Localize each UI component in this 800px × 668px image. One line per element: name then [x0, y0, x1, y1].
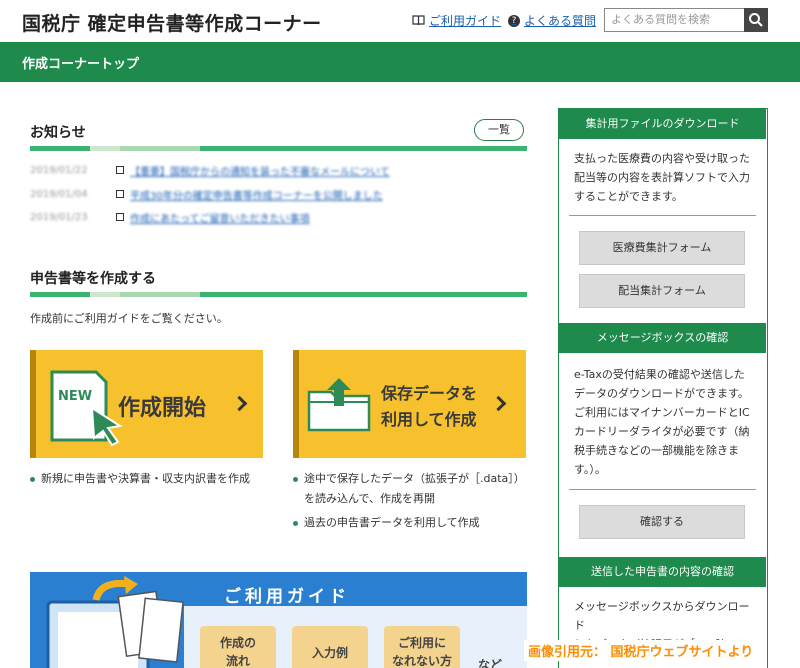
create-divider [30, 292, 527, 297]
guide-illustration [46, 576, 184, 668]
image-credit: 画像引用元： 国税庁ウェブサイトより [524, 640, 758, 661]
medical-form-button[interactable]: 医療費集計フォーム [579, 231, 745, 265]
window-icon [116, 213, 124, 221]
chevron-right-icon [231, 395, 248, 412]
guide-flow-button[interactable]: 作成の 流れ [200, 626, 276, 668]
chevron-right-icon [490, 395, 507, 412]
saved-data-line1: 保存データを [381, 384, 478, 403]
news-link[interactable]: 作成にあたってご留意いただきたい事項 [130, 210, 310, 225]
news-item[interactable]: 2019/01/23 作成にあたってご留意いただきたい事項 [30, 209, 310, 225]
sent-title: 送信した申告書の内容の確認 [559, 557, 766, 587]
guide-link[interactable]: ご利用ガイド [412, 12, 501, 29]
news-divider [30, 146, 527, 151]
guide-more-text: など [478, 658, 503, 668]
download-title: 集計用ファイルのダウンロード [559, 109, 766, 139]
create-title: 申告書等を作成する [30, 271, 156, 287]
list-item: 過去の申告書データを利用して作成 [293, 514, 480, 532]
folder-upload-icon [307, 378, 371, 432]
page-title: 作成コーナートップ [22, 57, 140, 72]
download-desc: 支払った医療費の内容や受け取った 配当等の内容を表計算ソフトで入力 することがで… [574, 152, 750, 203]
news-date: 2019/01/22 [30, 164, 88, 176]
messagebox-title: メッセージボックスの確認 [559, 323, 766, 353]
sidebar: 集計用ファイルのダウンロード 支払った医療費の内容や受け取った 配当等の内容を表… [558, 108, 768, 668]
guide-link-label[interactable]: ご利用ガイド [429, 12, 501, 29]
search-button[interactable] [744, 8, 768, 32]
news-date: 2019/01/23 [30, 211, 88, 223]
search-input[interactable]: よくある質問を検索 [604, 8, 744, 32]
confirm-button[interactable]: 確認する [579, 505, 745, 539]
saved-data-button[interactable]: 保存データを 利用して作成 [293, 350, 526, 458]
svg-text:NEW: NEW [58, 389, 92, 404]
dividend-form-button[interactable]: 配当集計フォーム [579, 274, 745, 308]
guide-title: ご利用ガイド [224, 587, 350, 607]
faq-link-label[interactable]: よくある質問 [524, 12, 596, 29]
list-item: 新規に申告書や決算書・収支内訳書を作成 [30, 470, 250, 488]
guide-example-button[interactable]: 入力例 [292, 626, 368, 668]
site-title[interactable]: 国税庁 確定申告書等作成コーナー [22, 9, 322, 36]
list-item-continued: を読み込んで、作成を再開 [304, 492, 436, 505]
news-item[interactable]: 2019/01/22 【重要】国税庁からの通知を装った不審なメールについて [30, 162, 390, 178]
guide-beginner-button[interactable]: ご利用に なれない方 [384, 626, 460, 668]
news-more-button[interactable]: 一覧 [474, 119, 524, 141]
start-create-label: 作成開始 [118, 396, 207, 421]
news-link[interactable]: 平成30年分の確定申告書等作成コーナーを公開しました [130, 187, 383, 202]
breadcrumb-bar: 作成コーナートップ [0, 42, 800, 82]
news-item[interactable]: 2019/01/04 平成30年分の確定申告書等作成コーナーを公開しました [30, 186, 383, 202]
window-icon [116, 190, 124, 198]
window-icon [116, 166, 124, 174]
list-item: 途中で保存したデータ（拡張子が［.data］） [293, 470, 525, 488]
news-title: お知らせ [30, 125, 86, 141]
create-intro: 作成前にご利用ガイドをご覧ください。 [30, 312, 228, 325]
question-icon: ? [508, 14, 520, 27]
news-date: 2019/01/04 [30, 188, 88, 200]
search-icon [749, 13, 763, 27]
saved-data-line2: 利用して作成 [381, 410, 477, 429]
messagebox-desc: e-Taxの受付結果の確認や送信した データのダウンロードができます。 ご利用に… [574, 368, 750, 476]
news-link[interactable]: 【重要】国税庁からの通知を装った不審なメールについて [130, 163, 390, 178]
new-document-icon: NEW [50, 370, 123, 447]
start-create-button[interactable]: NEW 作成開始 [30, 350, 263, 458]
book-icon [412, 15, 425, 26]
faq-link[interactable]: ? よくある質問 [508, 12, 596, 29]
site-header: 国税庁 確定申告書等作成コーナー ご利用ガイド ? よくある質問 よくある質問を… [0, 0, 800, 42]
